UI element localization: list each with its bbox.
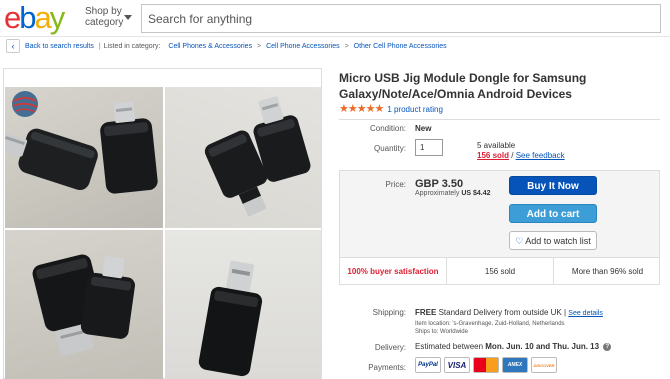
sold-percent-stat: More than 96% sold xyxy=(571,266,644,276)
add-to-cart-button[interactable]: Add to cart xyxy=(509,204,597,223)
star-rating-icon: ★★★★★ xyxy=(339,103,384,115)
ships-to: Ships to: Worldwide xyxy=(415,329,468,335)
see-details-link[interactable]: See details xyxy=(568,310,603,317)
header: ebay Shop by category xyxy=(0,0,670,36)
image-gallery xyxy=(3,68,322,379)
crumb-cell-phones-accessories[interactable]: Cell Phones & Accessories xyxy=(168,43,252,50)
shipping-free: FREE xyxy=(415,308,437,317)
logo-letter-b: b xyxy=(19,0,36,35)
chevron-down-icon xyxy=(124,15,132,20)
approx-value: US $4.42 xyxy=(461,190,491,197)
header-divider xyxy=(0,36,670,37)
breadcrumb: ‹ Back to search results | Listed in categ… xyxy=(6,39,447,55)
sold-separator: / xyxy=(509,151,516,160)
logo-letter-y: y xyxy=(49,0,65,35)
delivery-label: Delivery: xyxy=(374,343,406,352)
mastercard-logo-icon: MC xyxy=(473,357,499,373)
logo-letter-e: e xyxy=(4,0,21,35)
sold-count-link[interactable]: 156 sold xyxy=(477,151,509,160)
shipping-label: Shipping: xyxy=(372,308,406,317)
breadcrumb-separator: | xyxy=(98,43,101,50)
watch-label: Add to watch list xyxy=(525,236,591,246)
payments-label: Payments: xyxy=(368,363,406,372)
info-icon[interactable]: ? xyxy=(603,342,612,351)
add-to-watch-list-button[interactable]: ♡ Add to watch list xyxy=(509,231,597,250)
quantity-label: Quantity: xyxy=(373,144,406,153)
paypal-logo-icon: PayPal xyxy=(415,357,441,373)
quantity-input[interactable]: 1 xyxy=(415,139,443,156)
crumb-cell-phone-accessories[interactable]: Cell Phone Accessories xyxy=(266,43,340,50)
shop-by-line1: Shop by xyxy=(85,6,122,17)
product-title: Micro USB Jig Module Dongle for Samsung … xyxy=(339,71,587,101)
search-input[interactable] xyxy=(142,5,660,32)
sold-stat: 156 sold xyxy=(447,258,554,284)
crumb-chevron-icon: > xyxy=(257,43,262,50)
stats-bar: 100% buyer satisfaction 156 sold More th… xyxy=(339,258,660,285)
price-label: Price: xyxy=(385,180,406,189)
listed-in-label: Listed in category: xyxy=(103,43,161,50)
delivery-prefix: Estimated between xyxy=(415,342,486,351)
back-arrow-icon[interactable]: ‹ xyxy=(6,39,20,54)
ebay-logo[interactable]: ebay xyxy=(4,0,65,35)
buy-it-now-button[interactable]: Buy It Now xyxy=(509,176,597,195)
discover-logo-icon: DISCOVER xyxy=(531,357,557,373)
buyer-satisfaction-stat: 100% buyer satisfaction xyxy=(340,258,447,284)
product-image-3[interactable] xyxy=(5,230,163,379)
delivery-value: Estimated between Mon. Jun. 10 and Thu. … xyxy=(415,341,612,352)
globe-watermark-icon xyxy=(12,91,38,117)
delivery-dates: Mon. Jun. 10 and Thu. Jun. 13 xyxy=(485,342,600,351)
approx-price: Approximately US $4.42 xyxy=(415,190,491,197)
back-to-search-link[interactable]: Back to search results xyxy=(25,43,94,50)
product-rating: ★★★★★ 1 product rating xyxy=(339,103,443,115)
title-divider xyxy=(339,119,660,120)
shipping-text: Standard Delivery from outside UK xyxy=(438,308,562,317)
visa-logo-icon: VISA xyxy=(444,357,470,373)
condition-label: Condition: xyxy=(369,124,406,133)
heart-icon: ♡ xyxy=(515,236,524,246)
shop-by-line2: category xyxy=(85,17,124,28)
search-box xyxy=(141,4,661,33)
item-location: Item location: 's-Gravenhage, Zuid-Holla… xyxy=(415,321,565,327)
shop-by-category-button[interactable]: Shop by category xyxy=(85,6,132,28)
product-image-4[interactable] xyxy=(165,230,321,379)
crumb-chevron-icon: > xyxy=(344,43,349,50)
crumb-other-cell-phone-accessories[interactable]: Other Cell Phone Accessories xyxy=(354,43,447,50)
condition-value: New xyxy=(415,124,432,133)
rating-count-link[interactable]: 1 product rating xyxy=(387,105,443,114)
see-feedback-link[interactable]: See feedback xyxy=(516,151,565,160)
approx-label: Approximately xyxy=(415,190,460,197)
sold-feedback: 156 sold / See feedback xyxy=(477,150,565,161)
amex-logo-icon: AMEX xyxy=(502,357,528,373)
shipping-value: FREE Standard Delivery from outside UK |… xyxy=(415,307,603,319)
payment-methods: PayPal VISA MC AMEX DISCOVER xyxy=(415,357,557,375)
product-image-2[interactable] xyxy=(165,87,321,228)
price-value: GBP 3.50 xyxy=(415,178,464,190)
logo-letter-a: a xyxy=(34,0,52,35)
